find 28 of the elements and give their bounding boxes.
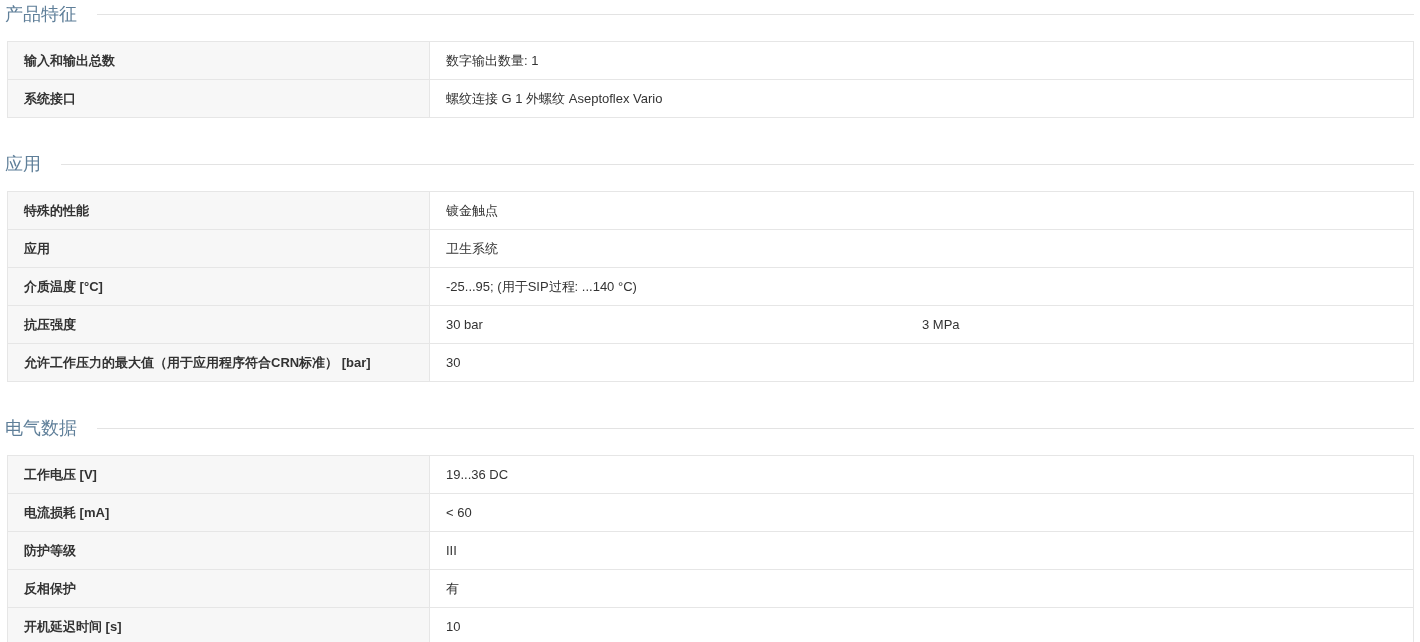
spec-label: 工作电压 [V] <box>24 465 97 484</box>
section-title: 应用 <box>5 153 42 176</box>
spec-value: 19...36 DC <box>446 465 509 484</box>
spec-value: 3 MPa <box>922 315 960 334</box>
spec-label: 开机延迟时间 [s] <box>24 617 122 636</box>
spec-value: 30 bar <box>446 315 484 334</box>
section-title: 产品特征 <box>5 3 78 26</box>
spec-value: 镀金触点 <box>446 201 498 220</box>
spec-label: 抗压强度 <box>24 315 76 334</box>
spec-value: -25...95; (用于SIP过程: ...140 °C) <box>446 277 637 296</box>
spec-value: 30 <box>446 353 461 372</box>
section-title: 电气数据 <box>5 417 78 440</box>
spec-label: 应用 <box>24 239 50 258</box>
spec-value: 卫生系统 <box>446 239 498 258</box>
spec-value: 有 <box>446 579 459 598</box>
spec-label: 系统接口 <box>24 89 76 108</box>
spec-label: 允许工作压力的最大值（用于应用程序符合CRN标准） [bar] <box>24 353 371 372</box>
spec-label: 反相保护 <box>24 579 76 598</box>
spec-label: 介质温度 [°C] <box>24 277 103 296</box>
spec-value: 数字输出数量: 1 <box>446 51 539 70</box>
spec-value: 螺纹连接 G 1 外螺纹 Aseptoflex Vario <box>446 89 663 108</box>
spec-label: 防护等级 <box>24 541 76 560</box>
spec-label: 输入和输出总数 <box>24 51 115 70</box>
spec-value: < 60 <box>446 503 472 522</box>
spec-label: 特殊的性能 <box>24 201 89 220</box>
spec-value: III <box>446 541 457 560</box>
spec-value: 10 <box>446 617 461 636</box>
spec-label: 电流损耗 [mA] <box>24 503 110 522</box>
